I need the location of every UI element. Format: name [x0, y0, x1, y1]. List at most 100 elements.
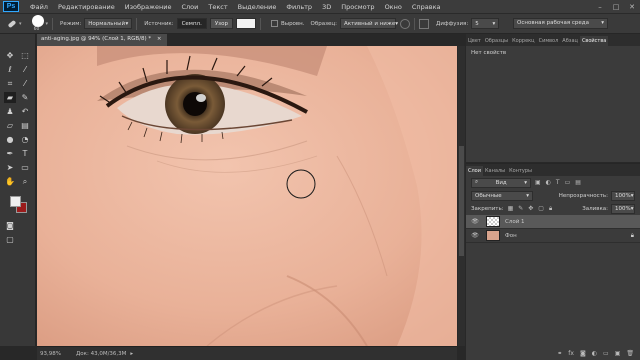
- history-brush-icon[interactable]: ↶: [19, 106, 31, 117]
- new-layer-icon[interactable]: ▣: [615, 350, 621, 357]
- lock-image-icon[interactable]: ✎: [518, 205, 523, 213]
- adjustment-icon[interactable]: ◐: [592, 350, 597, 357]
- aligned-checkbox[interactable]: [270, 20, 278, 27]
- clone-stamp-icon[interactable]: ♟: [4, 106, 16, 117]
- menu-filter[interactable]: Фильтр: [281, 3, 317, 11]
- layer-name[interactable]: Фон: [505, 233, 517, 239]
- lock-transparent-icon[interactable]: ▦: [508, 205, 514, 213]
- source-pattern-button[interactable]: Узор: [209, 18, 233, 29]
- sample-label: Образец:: [310, 20, 338, 27]
- fx-icon[interactable]: fx: [568, 350, 574, 357]
- sample-value: Активный и ниже: [344, 20, 396, 27]
- close-window-button[interactable]: ✕: [624, 3, 640, 11]
- layer-filter-select[interactable]: ⌕ Вид ▾: [471, 177, 531, 188]
- hand-icon[interactable]: ✋: [4, 176, 16, 187]
- eyedropper-icon[interactable]: ⁄: [19, 78, 31, 89]
- healing-brush-tool-icon[interactable]: [6, 18, 18, 30]
- menu-window[interactable]: Окно: [380, 3, 407, 11]
- diffusion-select[interactable]: 5 ▾: [471, 18, 500, 29]
- properties-panel: Цвет Образцы Коррекц Символ Абзац Свойст…: [466, 34, 640, 162]
- tab-paragraph[interactable]: Абзац: [560, 36, 580, 46]
- opacity-input[interactable]: 100% ▾: [611, 190, 635, 201]
- tab-properties[interactable]: Свойства: [579, 36, 609, 46]
- blend-mode-select[interactable]: Обычные ▾: [471, 190, 533, 201]
- filter-pixel-icon[interactable]: ▣: [535, 179, 541, 186]
- status-bar: 93,98% Док: 43,0M/36,3M ▸: [37, 346, 457, 360]
- filter-smart-icon[interactable]: ▤: [575, 179, 581, 186]
- eye-icon[interactable]: 👁︎: [470, 218, 480, 225]
- quick-mask-icon[interactable]: ◙: [4, 220, 16, 231]
- menu-help[interactable]: Справка: [407, 3, 446, 11]
- brush-icon[interactable]: ✎: [19, 92, 31, 103]
- workspace-select[interactable]: Основная рабочая среда ▾: [513, 18, 608, 29]
- source-sampled-button[interactable]: Семпл.: [176, 18, 207, 29]
- menu-file[interactable]: Файл: [25, 3, 53, 11]
- tab-adjustments[interactable]: Коррекц: [510, 36, 536, 46]
- layers-footer: ⚭ fx ◙ ◐ ▭ ▣ 🗑︎: [466, 347, 640, 360]
- menu-type[interactable]: Текст: [203, 3, 232, 11]
- zoom-icon[interactable]: ⌕: [19, 176, 31, 187]
- menu-select[interactable]: Выделение: [233, 3, 282, 11]
- pattern-swatch[interactable]: [235, 18, 256, 29]
- pressure-icon[interactable]: [419, 18, 430, 29]
- filter-adjust-icon[interactable]: ◐: [546, 179, 551, 186]
- zoom-level[interactable]: 93,98%: [40, 351, 66, 357]
- move-icon[interactable]: ✥: [4, 50, 16, 61]
- tab-color[interactable]: Цвет: [466, 36, 483, 46]
- eraser-icon[interactable]: ▱: [4, 120, 16, 131]
- document-tab[interactable]: anti-aging.jpg @ 94% (Слой 1, RGB/8) * ×: [37, 34, 167, 46]
- folder-icon[interactable]: ▭: [603, 350, 609, 357]
- mode-select[interactable]: Нормальный ▾: [84, 18, 133, 29]
- close-document-icon[interactable]: ×: [157, 36, 162, 42]
- ignore-adjustment-icon[interactable]: [400, 18, 411, 29]
- scrollbar-thumb[interactable]: [459, 146, 464, 256]
- tab-layers[interactable]: Слои: [466, 166, 483, 176]
- marquee-icon[interactable]: ⬚: [19, 50, 31, 61]
- tab-swatches[interactable]: Образцы: [483, 36, 510, 46]
- lock-all-icon[interactable]: 🔒︎: [549, 205, 552, 213]
- magic-wand-icon[interactable]: ⁄: [19, 64, 31, 75]
- blur-icon[interactable]: ●: [4, 134, 16, 145]
- sample-select[interactable]: Активный и ниже ▾: [340, 18, 398, 29]
- document-canvas[interactable]: [37, 46, 457, 346]
- lock-position-icon[interactable]: ✥: [528, 205, 533, 213]
- lasso-icon[interactable]: ℓ: [4, 64, 16, 75]
- brush-preview-icon: [31, 15, 44, 27]
- layer-row[interactable]: 👁︎ Фон 🔒︎: [466, 229, 640, 243]
- lock-artboard-icon[interactable]: ▢: [538, 205, 544, 213]
- layer-row[interactable]: 👁︎ Слой 1: [466, 215, 640, 229]
- screen-mode-icon[interactable]: ▢: [4, 234, 16, 245]
- filter-type-icon[interactable]: T: [556, 179, 560, 186]
- mask-icon[interactable]: ◙: [580, 350, 586, 357]
- layer-name[interactable]: Слой 1: [505, 219, 525, 225]
- menu-image[interactable]: Изображение: [120, 3, 177, 11]
- brush-picker[interactable]: 60: [30, 15, 44, 32]
- type-icon[interactable]: T: [19, 148, 31, 159]
- tab-character[interactable]: Символ: [537, 36, 561, 46]
- workspace-value: Основная рабочая среда: [517, 20, 589, 26]
- crop-icon[interactable]: ⌗: [4, 78, 16, 89]
- menu-view[interactable]: Просмотр: [336, 3, 379, 11]
- fill-input[interactable]: 100% ▾: [611, 203, 635, 214]
- minimize-button[interactable]: –: [592, 3, 608, 11]
- shape-icon[interactable]: ▭: [19, 162, 31, 173]
- foreground-color-swatch[interactable]: [10, 196, 21, 207]
- eye-icon[interactable]: 👁︎: [470, 232, 480, 239]
- maximize-button[interactable]: □: [608, 3, 624, 11]
- filter-shape-icon[interactable]: ▭: [565, 179, 571, 186]
- tab-channels[interactable]: Каналы: [483, 166, 507, 176]
- path-select-icon[interactable]: ➤: [4, 162, 16, 173]
- status-menu-icon[interactable]: ▸: [130, 351, 133, 357]
- healing-brush-icon[interactable]: ▰: [4, 92, 16, 103]
- diffusion-label: Диффузия:: [436, 20, 469, 27]
- pen-icon[interactable]: ✒: [4, 148, 16, 159]
- link-icon[interactable]: ⚭: [557, 350, 562, 357]
- menu-layers[interactable]: Слои: [176, 3, 203, 11]
- vertical-scrollbar[interactable]: [458, 46, 465, 346]
- gradient-icon[interactable]: ▤: [19, 120, 31, 131]
- tab-paths[interactable]: Контуры: [507, 166, 534, 176]
- trash-icon[interactable]: 🗑︎: [626, 350, 634, 357]
- menu-edit[interactable]: Редактирование: [53, 3, 120, 11]
- dodge-icon[interactable]: ◔: [19, 134, 31, 145]
- menu-3d[interactable]: 3D: [317, 3, 336, 11]
